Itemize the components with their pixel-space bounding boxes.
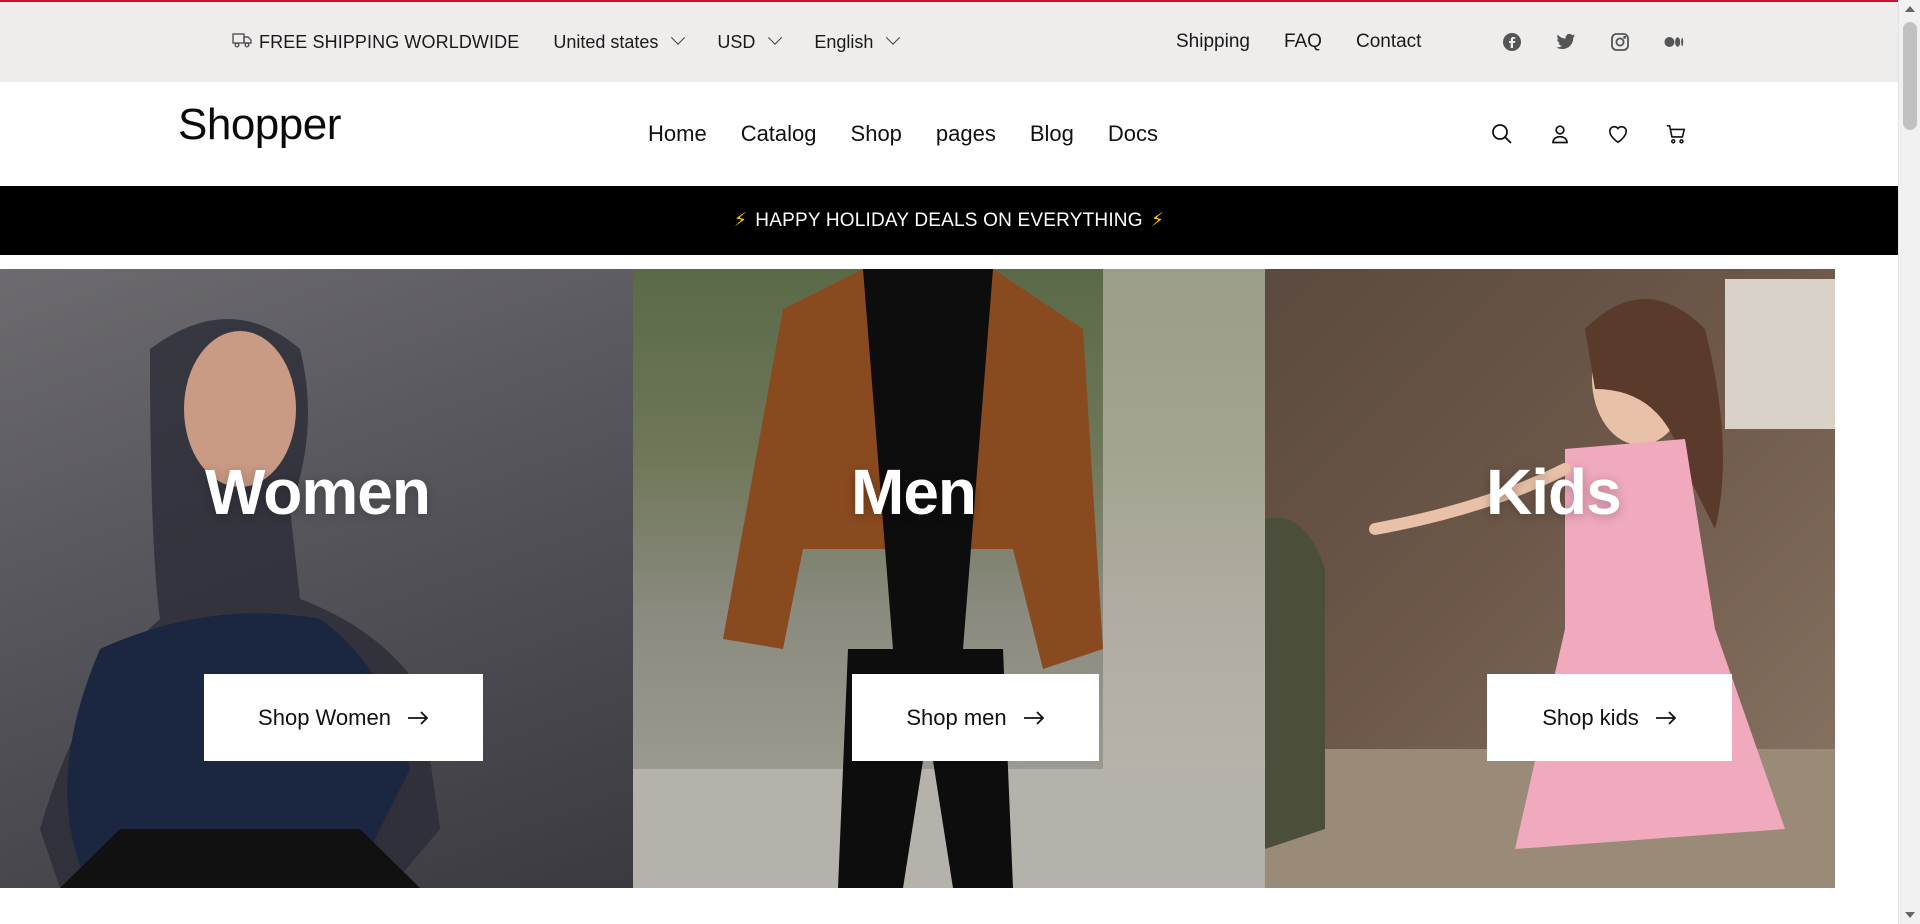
cart-icon[interactable] xyxy=(1664,122,1688,146)
page-scrollbar[interactable] xyxy=(1898,0,1920,924)
country-value: United states xyxy=(553,31,659,52)
social-links xyxy=(1502,2,1684,82)
men-photo xyxy=(633,269,1265,888)
chevron-down-icon xyxy=(671,30,686,45)
shop-men-label: Shop men xyxy=(906,704,1007,730)
nav-home[interactable]: Home xyxy=(648,121,707,147)
scroll-up-arrow-icon[interactable] xyxy=(1905,6,1915,12)
language-value: English xyxy=(814,31,874,52)
promo-text: HAPPY HOLIDAY DEALS ON EVERYTHING xyxy=(755,209,1143,231)
main-nav: Home Catalog Shop pages Blog Docs xyxy=(648,82,1158,186)
shop-kids-button[interactable]: Shop kids xyxy=(1487,674,1732,761)
arrow-right-icon xyxy=(1655,710,1677,725)
shop-men-button[interactable]: Shop men xyxy=(852,674,1099,761)
utility-links: Shipping FAQ Contact xyxy=(1176,2,1421,82)
search-icon[interactable] xyxy=(1490,122,1514,146)
shop-women-button[interactable]: Shop Women xyxy=(204,674,483,761)
header-actions xyxy=(1490,82,1688,186)
nav-shop[interactable]: Shop xyxy=(851,121,902,147)
scroll-down-arrow-icon[interactable] xyxy=(1905,912,1915,918)
instagram-icon[interactable] xyxy=(1610,32,1630,52)
shop-women-label: Shop Women xyxy=(258,704,391,730)
category-tiles: Women Shop Women Men Shop men Kids Shop … xyxy=(0,269,1835,888)
category-title-women: Women xyxy=(205,456,431,528)
women-photo xyxy=(40,319,440,888)
arrow-right-icon xyxy=(1023,710,1044,725)
link-shipping[interactable]: Shipping xyxy=(1176,31,1250,53)
language-selector[interactable]: English xyxy=(814,30,901,53)
utility-bar: FREE SHIPPING WORLDWIDE United states US… xyxy=(0,2,1898,82)
shop-kids-label: Shop kids xyxy=(1542,704,1639,730)
nav-pages[interactable]: pages xyxy=(936,121,996,147)
currency-value: USD xyxy=(717,31,756,52)
facebook-icon[interactable] xyxy=(1502,32,1522,52)
medium-icon[interactable] xyxy=(1664,32,1684,52)
category-tile-women[interactable]: Women Shop Women xyxy=(0,269,633,888)
nav-docs[interactable]: Docs xyxy=(1108,121,1158,147)
truck-icon xyxy=(232,32,252,53)
site-header: Shopper Home Catalog Shop pages Blog Doc… xyxy=(0,82,1898,186)
user-icon[interactable] xyxy=(1548,122,1572,146)
link-contact[interactable]: Contact xyxy=(1356,31,1421,53)
utility-bar-left: FREE SHIPPING WORLDWIDE United states US… xyxy=(232,2,901,82)
promo-banner: ⚡ HAPPY HOLIDAY DEALS ON EVERYTHING ⚡ xyxy=(0,186,1898,255)
free-shipping-text: FREE SHIPPING WORLDWIDE xyxy=(259,31,520,52)
site-logo[interactable]: Shopper xyxy=(178,100,341,150)
nav-blog[interactable]: Blog xyxy=(1030,121,1074,147)
chevron-down-icon xyxy=(768,30,783,45)
twitter-icon[interactable] xyxy=(1556,32,1576,52)
category-tile-men[interactable]: Men Shop men xyxy=(633,269,1265,888)
category-tile-kids[interactable]: Kids Shop kids xyxy=(1265,269,1835,888)
lightning-icon: ⚡ xyxy=(733,210,748,231)
heart-icon[interactable] xyxy=(1606,122,1630,146)
currency-selector[interactable]: USD xyxy=(717,30,783,53)
arrow-right-icon xyxy=(407,710,429,725)
link-faq[interactable]: FAQ xyxy=(1284,31,1322,53)
category-title-men: Men xyxy=(851,456,977,528)
chevron-down-icon xyxy=(886,30,901,45)
country-selector[interactable]: United states xyxy=(553,30,686,53)
kids-photo xyxy=(1265,279,1835,888)
category-title-kids: Kids xyxy=(1486,456,1622,528)
nav-catalog[interactable]: Catalog xyxy=(741,121,817,147)
lightning-icon: ⚡ xyxy=(1150,210,1165,231)
free-shipping-notice: FREE SHIPPING WORLDWIDE xyxy=(232,32,519,53)
scrollbar-thumb[interactable] xyxy=(1903,22,1917,130)
